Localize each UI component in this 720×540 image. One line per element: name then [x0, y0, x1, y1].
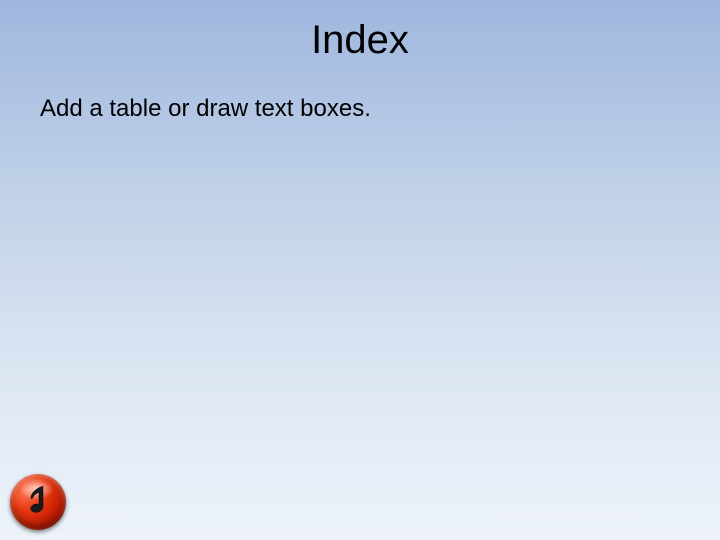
music-note-icon[interactable]	[10, 474, 66, 530]
slide-body-text: Add a table or draw text boxes.	[40, 95, 371, 123]
note-glyph	[23, 484, 53, 518]
slide: Index Add a table or draw text boxes.	[0, 0, 720, 540]
slide-title: Index	[0, 18, 720, 63]
icon-orb	[10, 474, 66, 530]
